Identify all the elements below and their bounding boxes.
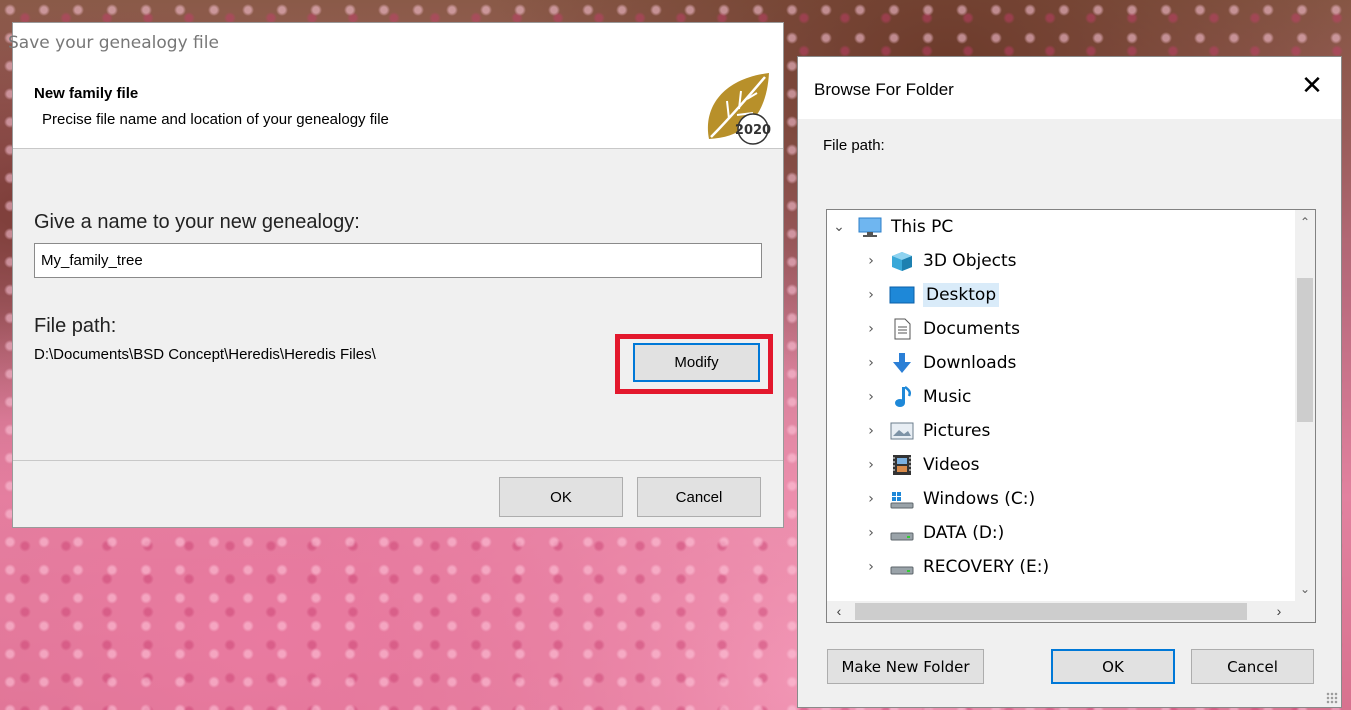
browse-ok-label: OK [1102, 657, 1124, 676]
tree-item-label: Pictures [923, 421, 991, 441]
divider [13, 460, 783, 461]
heredis-logo-icon: 2020 [701, 69, 773, 147]
tree-item-data-d[interactable]: › DATA (D:) [861, 518, 1004, 548]
chevron-right-icon[interactable]: › [861, 287, 881, 303]
genealogy-name-input[interactable] [34, 243, 762, 278]
browse-ok-button[interactable]: OK [1051, 649, 1175, 684]
tree-item-3d-objects[interactable]: › 3D Objects [861, 246, 1017, 276]
tree-item-label: DATA (D:) [923, 523, 1005, 543]
documents-icon [889, 318, 915, 340]
browse-path-label: File path: [823, 137, 885, 154]
file-path-label: File path: [34, 315, 117, 337]
tree-item-label: Documents [923, 319, 1020, 339]
svg-text:2020: 2020 [735, 123, 771, 138]
tree-item-this-pc[interactable]: ⌄ This PC [829, 212, 953, 242]
chevron-right-icon[interactable]: › [861, 457, 881, 473]
3d-objects-icon [889, 250, 915, 272]
tree-item-desktop[interactable]: › Desktop [861, 280, 1000, 310]
resize-grip-icon[interactable] [1326, 692, 1338, 704]
chevron-right-icon[interactable]: › [861, 321, 881, 337]
file-path-value: D:\Documents\BSD Concept\Heredis\Heredis… [34, 346, 376, 363]
cancel-button[interactable]: Cancel [637, 477, 761, 517]
tree-item-recovery-e[interactable]: › RECOVERY (E:) [861, 552, 1049, 582]
desktop-icon [889, 284, 915, 306]
tree-item-label: RECOVERY (E:) [923, 557, 1050, 577]
videos-icon [889, 454, 915, 476]
tree-item-label: Music [923, 387, 972, 407]
windows-drive-icon [889, 488, 915, 510]
chevron-right-icon[interactable]: › [861, 559, 881, 575]
browse-title: Browse For Folder [814, 80, 954, 99]
scroll-up-icon[interactable]: ⌃ [1295, 212, 1315, 232]
browse-titlebar[interactable]: Browse For Folder ✕ [798, 57, 1341, 119]
scroll-thumb[interactable] [1297, 278, 1313, 422]
tree-item-documents[interactable]: › Documents [861, 314, 1020, 344]
highlight-box [615, 334, 773, 394]
chevron-right-icon[interactable]: › [861, 389, 881, 405]
scroll-left-icon[interactable]: ‹ [829, 601, 849, 622]
browse-cancel-label: Cancel [1227, 657, 1278, 676]
scroll-right-icon[interactable]: › [1269, 601, 1289, 622]
tree-item-windows-c[interactable]: › Windows (C:) [861, 484, 1035, 514]
scrollbar-corner [1295, 601, 1315, 622]
computer-icon [857, 216, 883, 238]
tree-item-videos[interactable]: › Videos [861, 450, 980, 480]
downloads-icon [889, 352, 915, 374]
chevron-right-icon[interactable]: › [861, 355, 881, 371]
close-icon[interactable]: ✕ [1297, 71, 1327, 101]
tree-item-label: Windows (C:) [923, 489, 1036, 509]
make-new-folder-label: Make New Folder [841, 657, 970, 676]
tree-item-music[interactable]: › Music [861, 382, 971, 412]
browse-cancel-button[interactable]: Cancel [1191, 649, 1314, 684]
chevron-right-icon[interactable]: › [861, 491, 881, 507]
tree-item-label: Videos [923, 455, 980, 475]
tree-item-pictures[interactable]: › Pictures [861, 416, 990, 446]
chevron-right-icon[interactable]: › [861, 423, 881, 439]
ok-button[interactable]: OK [499, 477, 623, 517]
tree-item-downloads[interactable]: › Downloads [861, 348, 1016, 378]
drive-icon [889, 522, 915, 544]
save-genealogy-dialog: Save your genealogy file New family file… [8, 22, 784, 528]
chevron-down-icon[interactable]: ⌄ [829, 219, 849, 235]
header-subtitle: Precise file name and location of your g… [42, 111, 389, 128]
ok-label: OK [550, 488, 572, 506]
scroll-down-icon[interactable]: ⌄ [1295, 579, 1315, 599]
dialog-header: New family file Precise file name and lo… [13, 63, 783, 149]
name-label: Give a name to your new genealogy: [34, 211, 360, 233]
scroll-thumb-horizontal[interactable] [855, 603, 1247, 620]
tree-item-label: This PC [891, 217, 954, 237]
chevron-right-icon[interactable]: › [861, 253, 881, 269]
music-icon [889, 386, 915, 408]
tree-item-label: Downloads [923, 353, 1017, 373]
tree-item-label: Desktop [923, 283, 1000, 307]
dialog-title: Save your genealogy file [8, 33, 219, 53]
tree-item-label: 3D Objects [923, 251, 1017, 271]
browse-folder-dialog: Browse For Folder ✕ File path: ⌄ This PC… [797, 56, 1342, 708]
drive-icon [889, 556, 915, 578]
dialog-titlebar[interactable]: Save your genealogy file [8, 23, 783, 63]
header-title: New family file [34, 85, 139, 102]
chevron-right-icon[interactable]: › [861, 525, 881, 541]
horizontal-scrollbar[interactable]: ‹ › [827, 601, 1295, 622]
vertical-scrollbar[interactable]: ⌃ ⌄ [1295, 210, 1315, 601]
folder-tree[interactable]: ⌄ This PC › 3D Objects › Desktop › Docum… [826, 209, 1316, 623]
cancel-label: Cancel [675, 488, 723, 506]
make-new-folder-button[interactable]: Make New Folder [827, 649, 984, 684]
pictures-icon [889, 420, 915, 442]
